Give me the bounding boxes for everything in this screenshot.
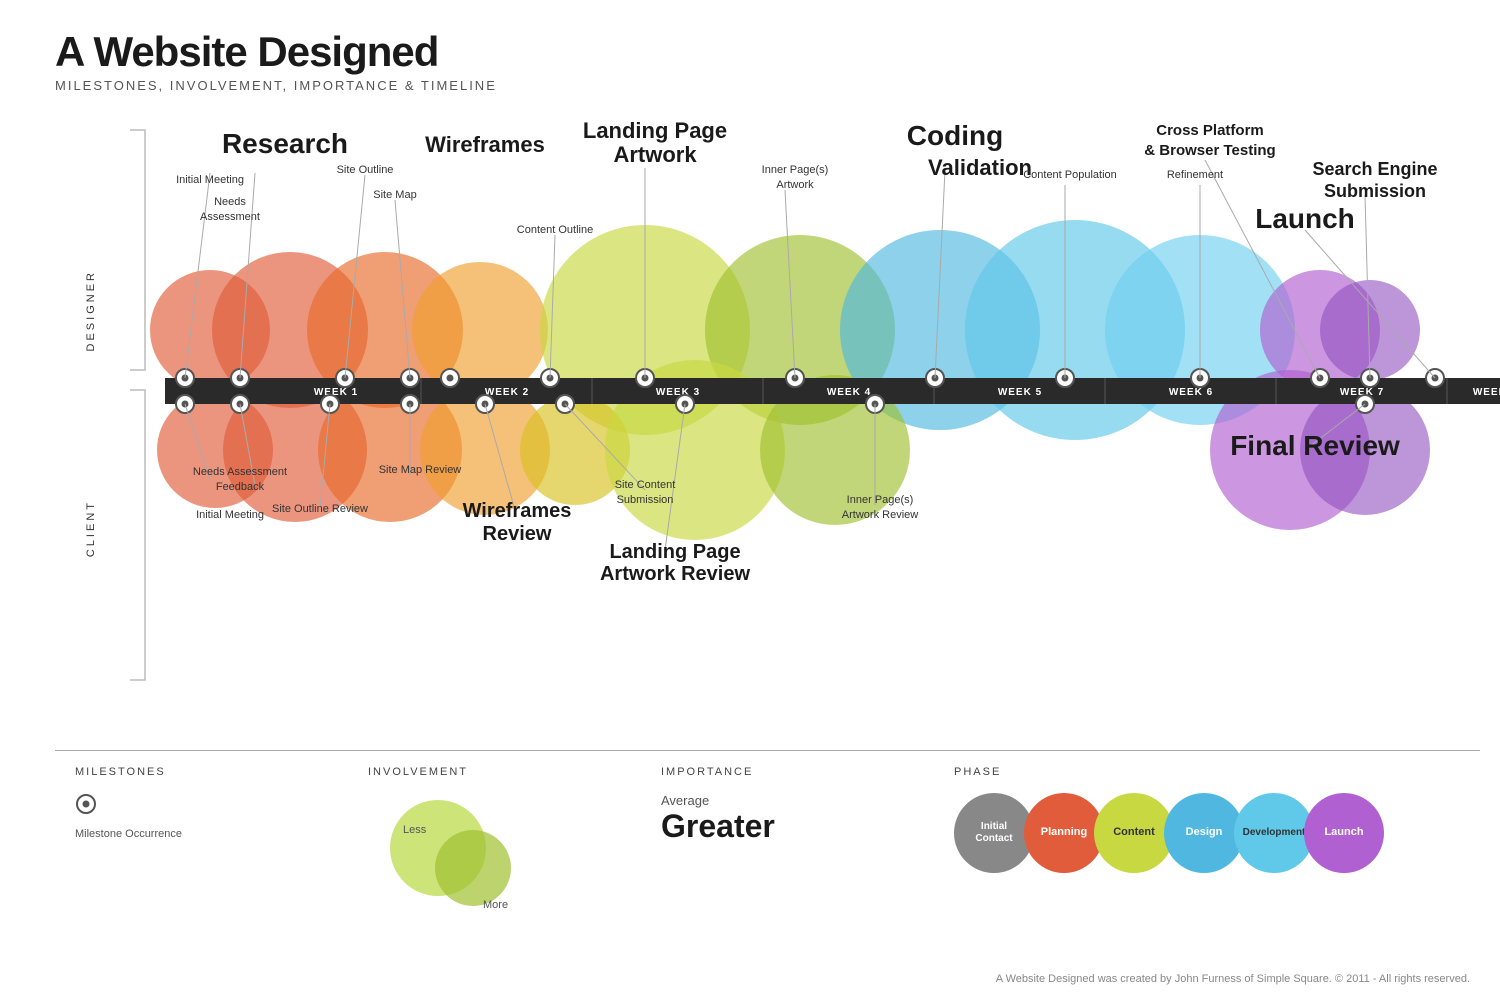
svg-text:Validation: Validation xyxy=(928,155,1032,180)
svg-text:WEEK 2: WEEK 2 xyxy=(485,387,529,398)
svg-text:Site Content: Site Content xyxy=(615,479,676,491)
title-area: A Website Designed MILESTONES, INVOLVEME… xyxy=(55,28,497,93)
svg-text:Refinement: Refinement xyxy=(1167,169,1223,181)
svg-text:Feedback: Feedback xyxy=(216,481,265,493)
legend-involvement-title: INVOLVEMENT xyxy=(368,766,621,778)
phase-planning: Planning xyxy=(1024,793,1104,873)
phase-bubbles: Initial Contact Planning Content Design … xyxy=(954,793,1460,873)
importance-average: Average xyxy=(661,793,914,808)
legend-milestones: MILESTONES Milestone Occurrence xyxy=(55,750,348,950)
svg-text:Initial Meeting: Initial Meeting xyxy=(196,509,264,521)
svg-text:Review: Review xyxy=(483,523,552,545)
main-title: A Website Designed xyxy=(55,28,497,76)
svg-text:Submission: Submission xyxy=(1324,181,1426,201)
svg-text:Landing Page: Landing Page xyxy=(583,118,727,143)
phase-initial-contact: Initial Contact xyxy=(954,793,1034,873)
svg-text:Submission: Submission xyxy=(617,494,674,506)
svg-text:Site Map: Site Map xyxy=(373,189,416,201)
svg-text:Needs Assessment: Needs Assessment xyxy=(193,466,287,478)
phase-launch: Launch xyxy=(1304,793,1384,873)
svg-text:Coding: Coding xyxy=(907,120,1003,151)
svg-text:WEEK 5: WEEK 5 xyxy=(998,387,1042,398)
svg-text:Needs: Needs xyxy=(214,196,246,208)
svg-text:Assessment: Assessment xyxy=(200,211,260,223)
svg-text:Wireframes: Wireframes xyxy=(463,500,572,522)
chart-svg: WEEK 1 WEEK 2 WEEK 3 WEEK 4 WEEK 5 WEEK … xyxy=(55,110,1480,730)
svg-text:Content Population: Content Population xyxy=(1023,169,1117,181)
legend-area: MILESTONES Milestone Occurrence INVOLVEM… xyxy=(55,750,1480,950)
svg-text:Launch: Launch xyxy=(1255,203,1355,234)
legend-importance-title: IMPORTANCE xyxy=(661,766,914,778)
involvement-svg: Less More xyxy=(368,793,548,913)
milestone-icon xyxy=(75,793,97,815)
legend-phase-title: PHASE xyxy=(954,766,1460,778)
svg-text:WEEK 8: WEEK 8 xyxy=(1473,387,1500,398)
svg-text:Landing Page: Landing Page xyxy=(609,541,740,563)
chart-area: DESIGNER CLIENT xyxy=(55,110,1480,730)
legend-importance: IMPORTANCE Average Greater xyxy=(641,750,934,950)
svg-text:Site Map Review: Site Map Review xyxy=(379,464,462,476)
svg-text:Artwork: Artwork xyxy=(613,142,697,167)
svg-text:Artwork: Artwork xyxy=(776,179,814,191)
svg-text:Artwork Review: Artwork Review xyxy=(842,509,918,521)
svg-text:Research: Research xyxy=(222,128,348,159)
svg-text:Site Outline: Site Outline xyxy=(337,164,394,176)
svg-text:Inner Page(s): Inner Page(s) xyxy=(847,494,914,506)
svg-text:Initial Meeting: Initial Meeting xyxy=(176,174,244,186)
svg-text:WEEK 4: WEEK 4 xyxy=(827,387,871,398)
footer: A Website Designed was created by John F… xyxy=(996,973,1470,985)
importance-greater: Greater xyxy=(661,808,914,845)
svg-text:Wireframes: Wireframes xyxy=(425,132,545,157)
svg-text:& Browser Testing: & Browser Testing xyxy=(1144,142,1275,159)
svg-text:WEEK 6: WEEK 6 xyxy=(1169,387,1213,398)
milestone-occurrence-label: Milestone Occurrence xyxy=(75,828,328,840)
svg-text:Search Engine: Search Engine xyxy=(1312,159,1437,179)
legend-phase: PHASE Initial Contact Planning Content D… xyxy=(934,750,1480,950)
svg-text:Cross Platform: Cross Platform xyxy=(1156,122,1264,139)
svg-text:Artwork Review: Artwork Review xyxy=(600,563,750,585)
svg-text:Content Outline: Content Outline xyxy=(517,224,593,236)
phase-development: Development xyxy=(1234,793,1314,873)
phase-design: Design xyxy=(1164,793,1244,873)
svg-text:Site Outline Review: Site Outline Review xyxy=(272,503,368,515)
subtitle: MILESTONES, INVOLVEMENT, IMPORTANCE & TI… xyxy=(55,78,497,93)
svg-text:Less: Less xyxy=(403,824,427,836)
phase-content: Content xyxy=(1094,793,1174,873)
legend-milestones-title: MILESTONES xyxy=(75,766,328,778)
svg-text:WEEK 3: WEEK 3 xyxy=(656,387,700,398)
svg-text:Final Review: Final Review xyxy=(1230,430,1400,461)
legend-involvement: INVOLVEMENT Less More xyxy=(348,750,641,950)
svg-text:More: More xyxy=(483,899,508,911)
involvement-bubbles: Less More xyxy=(368,793,621,913)
svg-text:Inner Page(s): Inner Page(s) xyxy=(762,164,829,176)
